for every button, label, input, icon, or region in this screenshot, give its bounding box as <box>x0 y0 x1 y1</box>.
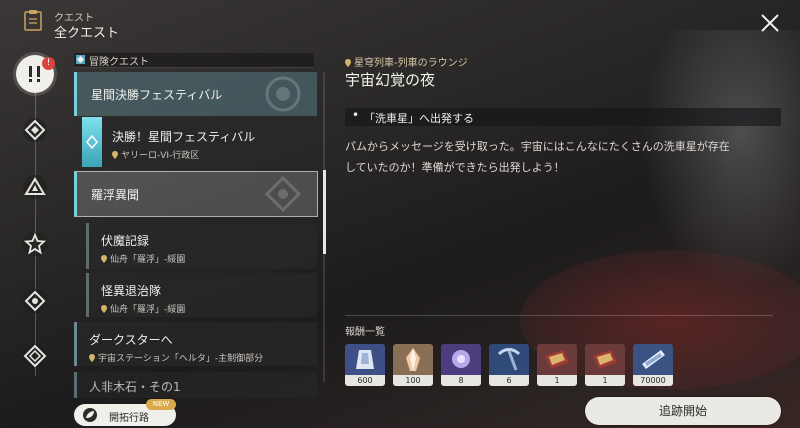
diamond-quest-icon[interactable] <box>22 288 48 314</box>
group-title: 羅浮異聞 <box>91 188 140 202</box>
reward-item[interactable]: 600 <box>345 344 385 386</box>
crystal-icon <box>393 344 433 375</box>
category-label: 冒険クエスト <box>89 57 149 68</box>
quest-item-title: ダークスターへ <box>89 333 173 347</box>
reward-count: 70000 <box>633 375 673 386</box>
location-pin-icon <box>89 354 95 362</box>
quest-item-title: 決勝！星間フェスティバル <box>112 130 256 144</box>
quest-item[interactable]: ダークスターへ 宇宙ステーション「ヘルタ」-主制御部分 <box>74 322 317 366</box>
quest-item[interactable]: 伏魔記録 仙舟「羅浮」-綏園 <box>86 223 317 269</box>
companion-quest-icon[interactable] <box>22 343 48 369</box>
quest-item-location: 仙舟「羅浮」-綏園 <box>101 252 185 265</box>
reward-count: 8 <box>441 375 481 386</box>
reward-item[interactable]: 1 <box>585 344 625 386</box>
location-pin-icon <box>112 151 118 159</box>
quest-item-title: 伏魔記録 <box>101 234 150 248</box>
quest-diamond-icon <box>86 135 98 149</box>
leaf-icon <box>83 408 97 422</box>
quest-item-location: ヤリーロ-VI-行政区 <box>112 148 199 161</box>
location-pin-icon <box>345 59 351 67</box>
page-title: 全クエスト <box>54 26 120 41</box>
reward-count: 6 <box>489 375 529 386</box>
close-icon[interactable] <box>758 11 782 35</box>
trailblaze-diamond-icon[interactable] <box>22 117 48 143</box>
category-diamond-icon <box>76 55 85 64</box>
stellar-jade-icon <box>345 344 385 375</box>
quest-item-title: 人非木石・その1 <box>89 380 181 394</box>
emblem-icon <box>265 76 301 112</box>
quest-description: パムからメッセージを受け取った。宇宙にはこんなにたくさんの洗車星が存在 していた… <box>345 136 785 178</box>
description-line: していたのか！準備ができたら出発しよう！ <box>345 161 565 174</box>
emblem-icon <box>264 176 302 212</box>
new-badge: NEW <box>146 399 176 410</box>
location-pin-icon <box>101 255 107 263</box>
rewards-label: 報酬一覧 <box>345 327 385 338</box>
quest-item-selected[interactable]: 決勝！星間フェスティバル ヤリーロ-VI-行政区 <box>82 117 314 167</box>
selected-marker <box>82 117 102 167</box>
location-pin-icon <box>101 305 107 313</box>
reward-count: 600 <box>345 375 385 386</box>
reward-count: 1 <box>585 375 625 386</box>
reward-count: 1 <box>537 375 577 386</box>
description-line: パムからメッセージを受け取った。宇宙にはこんなにたくさんの洗車星が存在 <box>345 140 730 153</box>
reward-item[interactable]: 6 <box>489 344 529 386</box>
reward-item[interactable]: 70000 <box>633 344 673 386</box>
quest-item[interactable]: 怪異退治隊 仙舟「羅浮」-綏園 <box>86 273 317 317</box>
quest-group-festival[interactable]: 星間決勝フェスティバル <box>74 72 317 116</box>
reward-item[interactable]: 8 <box>441 344 481 386</box>
quest-objective: • 「洗車星」へ出発する <box>345 108 781 126</box>
pickaxe-material-icon <box>489 344 529 375</box>
category-header: 冒険クエスト <box>74 53 314 68</box>
reward-item[interactable]: 1 <box>537 344 577 386</box>
reward-count: 100 <box>393 375 433 386</box>
red-book-icon <box>585 344 625 375</box>
quest-item-title: 怪異退治隊 <box>101 284 162 298</box>
scrollbar-thumb[interactable] <box>323 170 326 254</box>
divider <box>345 315 773 316</box>
quest-item-location: 宇宙ステーション「ヘルタ」-主制御部分 <box>89 351 263 364</box>
credit-icon <box>633 344 673 375</box>
notification-badge: ! <box>42 57 55 70</box>
exclamation-icon <box>29 66 40 82</box>
quest-item[interactable]: 人非木石・その1 <box>74 372 317 398</box>
quest-title: 宇宙幻覚の夜 <box>345 71 436 89</box>
reward-item[interactable]: 100 <box>393 344 433 386</box>
start-tracking-button[interactable]: 追跡開始 <box>585 397 781 425</box>
purple-material-icon <box>441 344 481 375</box>
quest-location: 星穹列車-列車のラウンジ <box>345 54 468 69</box>
bullet: • <box>352 108 360 122</box>
objective-text: 「洗車星」へ出発する <box>364 112 474 125</box>
quest-group-luofu[interactable]: 羅浮異聞 <box>74 171 318 217</box>
trailblaze-path-label: 開拓行路 <box>109 413 149 424</box>
red-book-icon <box>537 344 577 375</box>
quest-clipboard-icon <box>24 10 42 31</box>
quest-item-location: 仙舟「羅浮」-綏園 <box>101 302 185 315</box>
star-quest-icon[interactable] <box>22 231 48 257</box>
triangle-quest-icon[interactable] <box>22 174 48 200</box>
group-title: 星間決勝フェスティバル <box>91 88 223 102</box>
